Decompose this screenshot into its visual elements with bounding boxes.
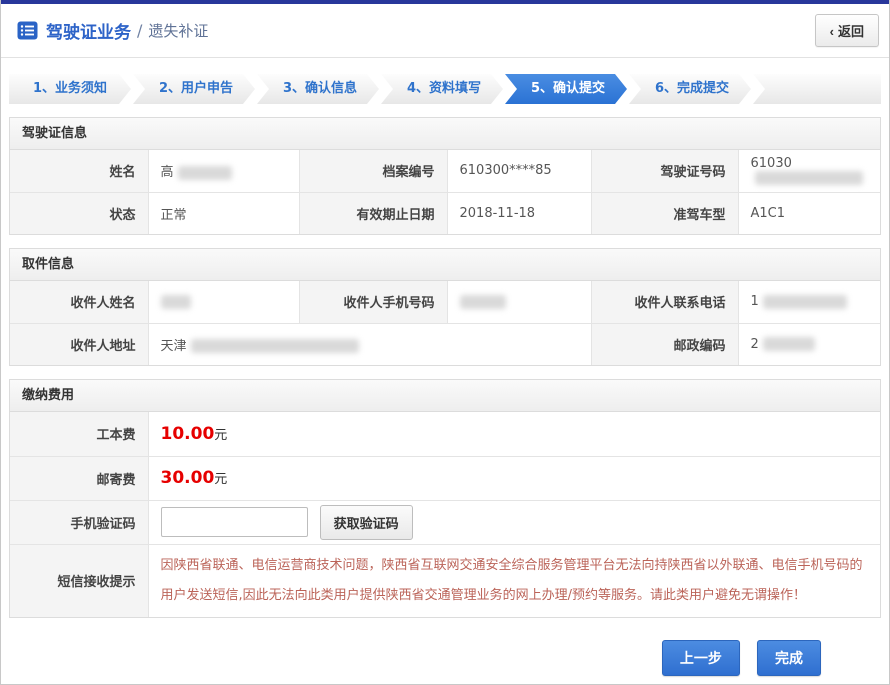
mailing-fee-label: 邮寄费: [10, 456, 148, 500]
expiry-label: 有效期止日期: [299, 192, 447, 234]
section-pickup-info: 取件信息 收件人姓名 收件人手机号码 收件人联系电话 1 收件人地址 天津 邮政…: [9, 248, 881, 366]
previous-step-button[interactable]: 上一步: [662, 640, 740, 676]
step-tab-1[interactable]: 1、业务须知: [9, 74, 131, 104]
breadcrumb-separator: /: [137, 21, 142, 40]
redacted-value: [755, 171, 863, 185]
recipient-name-label: 收件人姓名: [10, 281, 148, 323]
vehicle-class-value: A1C1: [738, 192, 880, 234]
step-tab-5-active[interactable]: 5、确认提交: [505, 74, 627, 104]
sms-notice-text: 因陕西省联通、电信运营商技术问题，陕西省互联网交通安全综合服务管理平台无法向持陕…: [148, 544, 880, 617]
production-fee-label: 工本费: [10, 412, 148, 456]
mailing-fee-amount: 30.00: [161, 468, 215, 488]
table-row: 状态 正常 有效期止日期 2018-11-18 准驾车型 A1C1: [10, 192, 880, 234]
recipient-address-label: 收件人地址: [10, 323, 148, 365]
breadcrumb-current: 遗失补证: [148, 20, 208, 41]
table-row: 手机验证码 获取验证码: [10, 500, 880, 544]
footer-actions: 上一步 完成: [9, 640, 881, 676]
pickup-table: 收件人姓名 收件人手机号码 收件人联系电话 1 收件人地址 天津 邮政编码 2: [10, 281, 880, 365]
postal-code-value: 2: [738, 323, 880, 365]
redacted-value: [763, 337, 815, 351]
section-title-pickup: 取件信息: [10, 249, 880, 281]
mailing-fee-unit: 元: [214, 472, 227, 487]
expiry-value: 2018-11-18: [447, 192, 591, 234]
redacted-value: [763, 295, 847, 309]
sms-code-input[interactable]: [161, 507, 308, 537]
file-number-value: 610300****85: [447, 150, 591, 192]
sms-notice-label: 短信接收提示: [10, 544, 148, 617]
list-icon: [17, 21, 38, 40]
header: 驾驶证业务 / 遗失补证 ‹ 返回: [1, 4, 889, 58]
get-sms-code-button[interactable]: 获取验证码: [320, 505, 413, 540]
step-tab-4[interactable]: 4、资料填写: [381, 74, 503, 104]
table-row: 收件人姓名 收件人手机号码 收件人联系电话 1: [10, 281, 880, 323]
table-row: 收件人地址 天津 邮政编码 2: [10, 323, 880, 365]
sms-code-label: 手机验证码: [10, 500, 148, 544]
back-chevron-icon: ‹: [830, 24, 834, 39]
page: 驾驶证业务 / 遗失补证 ‹ 返回 1、业务须知 2、用户申告 3、确认信息 4、…: [0, 0, 890, 685]
step-tabs-filler: [753, 74, 881, 104]
table-row: 短信接收提示 因陕西省联通、电信运营商技术问题，陕西省互联网交通安全综合服务管理…: [10, 544, 880, 617]
name-value: 高: [148, 150, 299, 192]
recipient-mobile-value: [447, 281, 591, 323]
status-value: 正常: [148, 192, 299, 234]
section-fees: 缴纳费用 工本费 10.00元 邮寄费 30.00元 手机验证码 获取验证码: [9, 379, 881, 618]
page-title: 驾驶证业务: [46, 18, 131, 43]
content: 1、业务须知 2、用户申告 3、确认信息 4、资料填写 5、确认提交 6、完成提…: [1, 74, 889, 676]
back-button[interactable]: ‹ 返回: [815, 14, 879, 47]
step-tab-2[interactable]: 2、用户申告: [133, 74, 255, 104]
finish-button[interactable]: 完成: [757, 640, 821, 676]
redacted-value: [460, 295, 506, 309]
production-fee-unit: 元: [214, 428, 227, 443]
fees-table: 工本费 10.00元 邮寄费 30.00元 手机验证码 获取验证码 短信接收提示: [10, 412, 880, 617]
recipient-phone-value: 1: [738, 281, 880, 323]
section-title-fees: 缴纳费用: [10, 380, 880, 412]
step-tab-6[interactable]: 6、完成提交: [629, 74, 751, 104]
section-title-license: 驾驶证信息: [10, 118, 880, 150]
recipient-mobile-label: 收件人手机号码: [299, 281, 447, 323]
recipient-phone-label: 收件人联系电话: [591, 281, 738, 323]
section-license-info: 驾驶证信息 姓名 高 档案编号 610300****85 驾驶证号码 61030…: [9, 117, 881, 235]
sms-code-cell: 获取验证码: [148, 500, 880, 544]
table-row: 邮寄费 30.00元: [10, 456, 880, 500]
vehicle-class-label: 准驾车型: [591, 192, 738, 234]
license-table: 姓名 高 档案编号 610300****85 驾驶证号码 61030 状态 正常…: [10, 150, 880, 234]
license-number-label: 驾驶证号码: [591, 150, 738, 192]
redacted-value: [178, 166, 232, 180]
postal-code-label: 邮政编码: [591, 323, 738, 365]
redacted-value: [191, 339, 359, 353]
name-label: 姓名: [10, 150, 148, 192]
mailing-fee-value: 30.00元: [148, 456, 880, 500]
production-fee-value: 10.00元: [148, 412, 880, 456]
step-tabs: 1、业务须知 2、用户申告 3、确认信息 4、资料填写 5、确认提交 6、完成提…: [9, 74, 881, 104]
recipient-name-value: [148, 281, 299, 323]
production-fee-amount: 10.00: [161, 424, 215, 444]
license-number-value: 61030: [738, 150, 880, 192]
back-label: 返回: [838, 24, 864, 39]
table-row: 姓名 高 档案编号 610300****85 驾驶证号码 61030: [10, 150, 880, 192]
step-tab-3[interactable]: 3、确认信息: [257, 74, 379, 104]
file-number-label: 档案编号: [299, 150, 447, 192]
recipient-address-value: 天津: [148, 323, 591, 365]
status-label: 状态: [10, 192, 148, 234]
table-row: 工本费 10.00元: [10, 412, 880, 456]
redacted-value: [161, 295, 191, 309]
